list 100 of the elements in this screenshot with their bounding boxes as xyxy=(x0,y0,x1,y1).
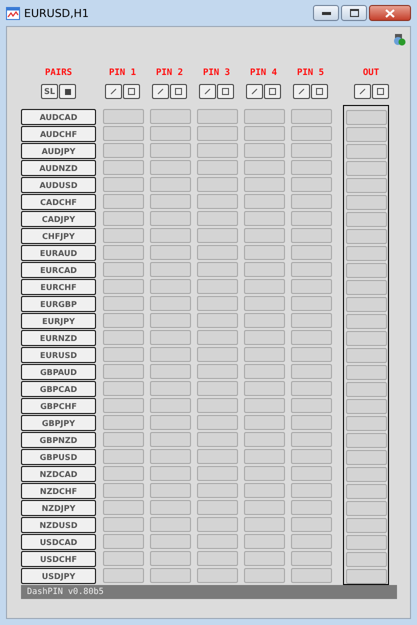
pin-cell xyxy=(103,262,144,277)
square-icon xyxy=(128,88,135,95)
out-cell xyxy=(346,229,387,244)
pair-button[interactable]: AUDCHF xyxy=(21,126,96,142)
pair-button[interactable]: EURNZD xyxy=(21,330,96,346)
column-header: PAIRS xyxy=(44,68,72,78)
pin-cell xyxy=(291,211,332,226)
pair-button[interactable]: GBPCAD xyxy=(21,381,96,397)
pin-cell xyxy=(150,330,191,345)
checkbox-button[interactable] xyxy=(264,84,281,99)
out-cell xyxy=(346,314,387,329)
chart-button[interactable] xyxy=(105,84,122,99)
pin-cell xyxy=(291,449,332,464)
minimize-button[interactable] xyxy=(313,5,339,21)
chart-button[interactable] xyxy=(293,84,310,99)
pin-cell xyxy=(150,432,191,447)
chart-button[interactable] xyxy=(199,84,216,99)
column-header: OUT xyxy=(362,68,380,78)
pair-button[interactable]: GBPNZD xyxy=(21,432,96,448)
pin-cell xyxy=(103,381,144,396)
pin-cell xyxy=(197,568,238,583)
pair-button[interactable]: GBPJPY xyxy=(21,415,96,431)
pin-cell xyxy=(103,194,144,209)
checkbox-button[interactable] xyxy=(311,84,328,99)
pin-cell xyxy=(150,483,191,498)
out-cell xyxy=(346,348,387,363)
chart-button[interactable] xyxy=(152,84,169,99)
out-cell xyxy=(346,127,387,142)
line-icon xyxy=(358,88,366,95)
pair-button[interactable]: CADCHF xyxy=(21,194,96,210)
pair-button[interactable]: GBPAUD xyxy=(21,364,96,380)
maximize-button[interactable] xyxy=(341,5,367,21)
pin-cell xyxy=(197,534,238,549)
pin-cell xyxy=(150,364,191,379)
pin-cell xyxy=(103,279,144,294)
pair-button[interactable]: GBPUSD xyxy=(21,449,96,465)
pair-button[interactable]: NZDJPY xyxy=(21,500,96,516)
pin-cell xyxy=(103,313,144,328)
pair-button[interactable]: EURCHF xyxy=(21,279,96,295)
out-cell xyxy=(346,144,387,159)
pin-cell xyxy=(244,449,285,464)
pair-button[interactable]: NZDCAD xyxy=(21,466,96,482)
pair-button[interactable]: AUDNZD xyxy=(21,160,96,176)
pin-cell xyxy=(291,279,332,294)
square-icon xyxy=(376,88,384,95)
pin-cell xyxy=(150,245,191,260)
pair-button[interactable]: USDCAD xyxy=(21,534,96,550)
pin-cell xyxy=(291,228,332,243)
pair-button[interactable]: USDJPY xyxy=(21,568,96,584)
chart-button[interactable] xyxy=(246,84,263,99)
pin-cell xyxy=(150,381,191,396)
pin-cell xyxy=(291,330,332,345)
out-cell xyxy=(346,365,387,380)
pair-button[interactable]: NZDCHF xyxy=(21,483,96,499)
chart-button[interactable] xyxy=(354,84,370,99)
pin-cell xyxy=(103,228,144,243)
pair-button[interactable]: EURGBP xyxy=(21,296,96,312)
pair-button[interactable]: AUDCAD xyxy=(21,109,96,125)
pin-cell xyxy=(291,381,332,396)
pair-button[interactable]: EURJPY xyxy=(21,313,96,329)
pin-cell xyxy=(291,466,332,481)
pin-cell xyxy=(150,568,191,583)
stop-button[interactable] xyxy=(59,84,76,99)
pin-cell xyxy=(150,177,191,192)
pin-cell xyxy=(197,160,238,175)
pair-button[interactable]: EURAUD xyxy=(21,245,96,261)
line-icon xyxy=(157,88,164,95)
pin-cell xyxy=(103,483,144,498)
square-icon xyxy=(222,88,229,95)
pin-cell xyxy=(244,177,285,192)
pair-button[interactable]: AUDJPY xyxy=(21,143,96,159)
pin-cell xyxy=(244,330,285,345)
square-icon xyxy=(269,88,276,95)
pair-button[interactable]: GBPCHF xyxy=(21,398,96,414)
pin-cell xyxy=(150,262,191,277)
pair-button[interactable]: CADJPY xyxy=(21,211,96,227)
pin-cell xyxy=(244,109,285,124)
pair-button[interactable]: NZDUSD xyxy=(21,517,96,533)
column-header: PIN 1 xyxy=(108,68,136,78)
pair-button[interactable]: EURCAD xyxy=(21,262,96,278)
column-header: PIN 2 xyxy=(156,68,184,78)
pin-cell xyxy=(244,347,285,362)
checkbox-button[interactable] xyxy=(123,84,140,99)
checkbox-button[interactable] xyxy=(217,84,234,99)
pair-button[interactable]: USDCHF xyxy=(21,551,96,567)
pin-cell xyxy=(197,143,238,158)
out-cell xyxy=(346,178,387,193)
pair-button[interactable]: AUDUSD xyxy=(21,177,96,193)
pair-button[interactable]: EURUSD xyxy=(21,347,96,363)
pin-cell xyxy=(197,279,238,294)
pin-cell xyxy=(197,347,238,362)
pin-cell xyxy=(150,279,191,294)
sl-button[interactable]: SL xyxy=(41,84,58,99)
checkbox-button[interactable] xyxy=(170,84,187,99)
pair-button[interactable]: CHFJPY xyxy=(21,228,96,244)
checkbox-button[interactable] xyxy=(372,84,388,99)
pin-cell xyxy=(103,245,144,260)
close-button[interactable] xyxy=(369,5,411,21)
pin-cell xyxy=(197,262,238,277)
out-cell xyxy=(346,195,387,210)
